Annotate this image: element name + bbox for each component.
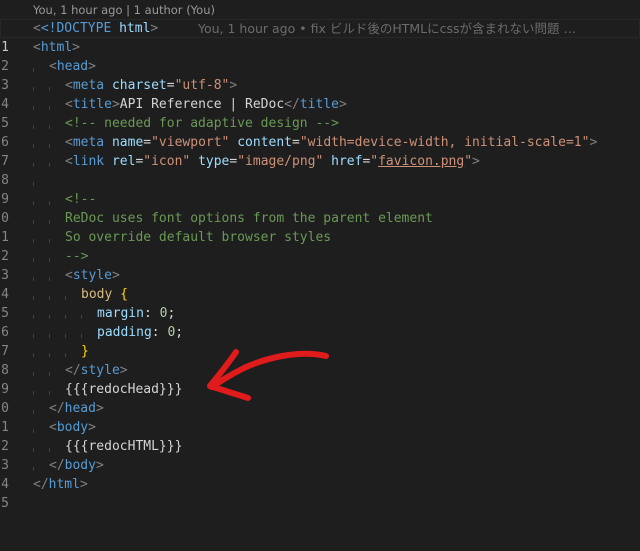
attr-value: "icon" xyxy=(143,154,191,169)
line-number: 5 xyxy=(1,496,9,511)
body-tag: body xyxy=(64,458,96,473)
quote-mark: " xyxy=(464,154,473,169)
title-tag: title xyxy=(72,97,112,112)
code-line[interactable]: 8 <link rel="icon" type="image/png" href… xyxy=(0,152,640,188)
code-line[interactable]: 4 </body> xyxy=(0,456,640,492)
favicon-link[interactable]: favicon.png xyxy=(378,154,464,169)
css-brace: { xyxy=(120,287,128,302)
html-tag: html xyxy=(48,477,80,492)
attr-name: rel xyxy=(111,154,136,169)
css-property: padding xyxy=(97,325,152,340)
attr-name: charset xyxy=(111,78,167,93)
attr-name: type xyxy=(198,154,230,169)
code-line[interactable]: 3 <head> xyxy=(0,57,640,93)
code-line[interactable]: 8 } xyxy=(0,342,640,378)
attr-name: name xyxy=(111,135,144,150)
style-tag: style xyxy=(80,363,120,378)
css-selector: body xyxy=(81,287,113,302)
head-tag: head xyxy=(64,401,96,416)
css-property: margin xyxy=(97,306,144,321)
attr-value: "image/png" xyxy=(237,154,324,169)
title-text: API Reference | ReDoc xyxy=(119,97,285,112)
code-line[interactable]: 2 <html> xyxy=(0,38,640,74)
meta-tag: meta xyxy=(72,135,105,150)
attr-name: href xyxy=(331,154,363,169)
code-line[interactable]: 1 ReDoc uses font options from the paren… xyxy=(0,209,640,245)
code-line[interactable]: 4 <style> xyxy=(0,266,640,302)
redoc-head-placeholder: {{{redocHead}}} xyxy=(65,382,183,397)
attr-value: "viewport" xyxy=(151,135,230,150)
code-line[interactable]: 1 </head> xyxy=(0,399,640,435)
attr-value: "utf-8" xyxy=(174,78,230,93)
code-line[interactable]: 6 margin: 0; xyxy=(0,304,640,340)
code-line[interactable]: 2 <body> xyxy=(0,418,640,454)
body-tag: body xyxy=(56,420,89,435)
redoc-html-placeholder: {{{redocHTML}}} xyxy=(65,439,183,454)
code-line[interactable]: 1 <<!DOCTYPE html> You, 1 hour ago • fix… xyxy=(0,19,640,55)
code-line[interactable]: 9 xyxy=(0,171,640,207)
code-line[interactable]: 3 --> xyxy=(0,247,640,283)
code-line[interactable]: 5 <title>API Reference | ReDoc</title> xyxy=(0,95,640,131)
code-line[interactable]: 9 </style> xyxy=(0,361,640,397)
code-editor[interactable]: 1 <<!DOCTYPE html> You, 1 hour ago • fix… xyxy=(0,19,640,511)
attr-name: content xyxy=(237,135,293,150)
code-line[interactable]: 2 So override default browser styles xyxy=(0,228,640,264)
attr-value: "width=device-width, initial-scale=1" xyxy=(299,135,590,150)
code-line[interactable]: 0 <!-- xyxy=(0,190,640,226)
link-tag: link xyxy=(72,154,105,169)
code-line[interactable]: 7 <meta name="viewport" content="width=d… xyxy=(0,133,640,169)
code-line[interactable]: 7 padding: 0; xyxy=(0,323,640,359)
code-line[interactable]: 5 </html> xyxy=(0,475,640,511)
head-tag: head xyxy=(56,59,89,74)
html-comment: So override default browser styles xyxy=(65,230,332,245)
code-line[interactable]: 4 <meta charset="utf-8"> xyxy=(0,76,640,112)
html-tag: html xyxy=(40,40,73,55)
code-line[interactable]: 0 {{{redocHead}}} xyxy=(0,380,640,416)
doctype-keyword: <!DOCTYPE xyxy=(40,21,112,36)
style-tag: style xyxy=(72,268,112,283)
html-comment: <!-- xyxy=(65,192,97,207)
code-line[interactable]: 6 <!-- needed for adaptive design --> xyxy=(0,114,640,150)
quote-mark: " xyxy=(370,154,379,169)
codelens-blame[interactable]: You, 1 hour ago | 1 author (You) xyxy=(33,3,215,19)
meta-tag: meta xyxy=(72,78,105,93)
html-comment: <!-- needed for adaptive design --> xyxy=(65,116,339,131)
html-comment: ReDoc uses font options from the parent … xyxy=(65,211,433,226)
css-brace: } xyxy=(81,344,89,359)
code-line[interactable]: 3 {{{redocHTML}}} xyxy=(0,437,640,473)
inline-blame: You, 1 hour ago • fix ビルド後のHTMLにcssが含まれな… xyxy=(198,21,576,36)
html-comment: --> xyxy=(65,249,89,264)
code-line[interactable]: 5 body { xyxy=(0,285,640,321)
title-tag: title xyxy=(299,97,339,112)
doctype-name: html xyxy=(119,21,151,36)
